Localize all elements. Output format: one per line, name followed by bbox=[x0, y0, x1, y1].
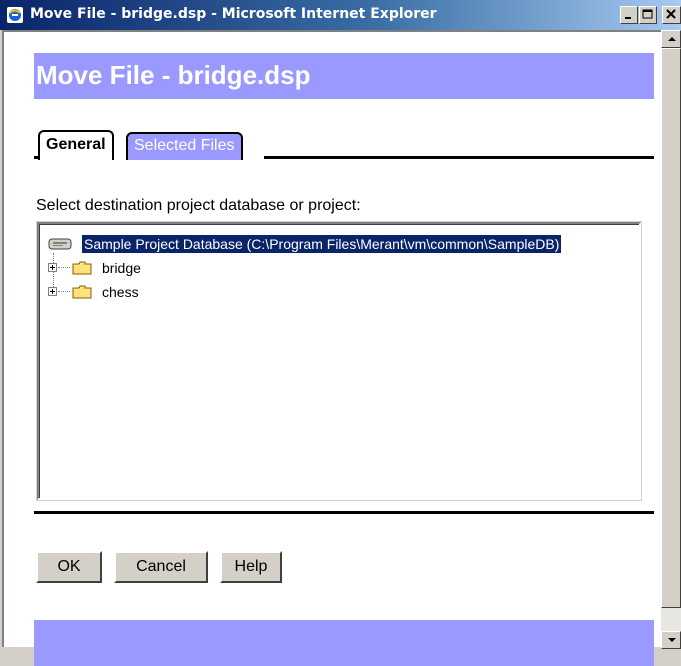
page-content: Move File - bridge.dsp General Selected … bbox=[2, 30, 661, 666]
browser-window: Move File - bridge.dsp - Microsoft Inter… bbox=[0, 0, 681, 666]
minimize-button[interactable] bbox=[620, 6, 638, 24]
maximize-icon bbox=[642, 9, 653, 19]
project-tree[interactable]: Sample Project Database (C:\Program File… bbox=[36, 221, 642, 501]
tab-general[interactable]: General bbox=[38, 130, 114, 160]
scroll-thumb[interactable] bbox=[661, 48, 681, 608]
arrow-up-icon bbox=[668, 37, 676, 41]
tree-node-root-label[interactable]: Sample Project Database (C:\Program File… bbox=[82, 235, 562, 253]
tree-node-chess-label[interactable]: chess bbox=[102, 283, 139, 301]
tree-node-bridge-label[interactable]: bridge bbox=[102, 259, 141, 277]
scroll-up-button[interactable] bbox=[661, 30, 681, 48]
scroll-down-button[interactable] bbox=[661, 631, 681, 649]
title-bar[interactable]: Move File - bridge.dsp - Microsoft Inter… bbox=[0, 0, 681, 30]
tree-dots bbox=[58, 291, 70, 292]
help-button[interactable]: Help bbox=[220, 551, 282, 583]
maximize-button[interactable] bbox=[639, 6, 657, 24]
project-tree-inner: Sample Project Database (C:\Program File… bbox=[39, 224, 639, 498]
tab-selected-files[interactable]: Selected Files bbox=[126, 132, 243, 160]
folder-icon bbox=[72, 261, 92, 275]
vertical-scrollbar[interactable] bbox=[661, 30, 681, 649]
page-footer bbox=[34, 620, 654, 666]
divider bbox=[34, 511, 654, 514]
page-title: Move File - bridge.dsp bbox=[36, 60, 311, 90]
tree-dots bbox=[58, 267, 70, 268]
minimize-icon bbox=[625, 17, 631, 19]
plus-box-icon[interactable] bbox=[48, 287, 57, 296]
close-button[interactable] bbox=[662, 6, 681, 24]
page-header: Move File - bridge.dsp bbox=[34, 53, 654, 99]
cancel-button[interactable]: Cancel bbox=[114, 551, 208, 583]
ok-button[interactable]: OK bbox=[36, 551, 102, 583]
close-icon bbox=[666, 9, 676, 19]
plus-box-icon[interactable] bbox=[48, 263, 57, 272]
tab-underline bbox=[264, 156, 654, 159]
arrow-down-icon bbox=[668, 638, 676, 642]
instruction-label: Select destination project database or p… bbox=[36, 197, 361, 214]
folder-icon bbox=[72, 285, 92, 299]
ie-icon bbox=[7, 7, 23, 23]
window-title: Move File - bridge.dsp - Microsoft Inter… bbox=[30, 6, 437, 22]
tab-strip: General Selected Files bbox=[34, 130, 654, 164]
database-icon bbox=[48, 238, 72, 250]
